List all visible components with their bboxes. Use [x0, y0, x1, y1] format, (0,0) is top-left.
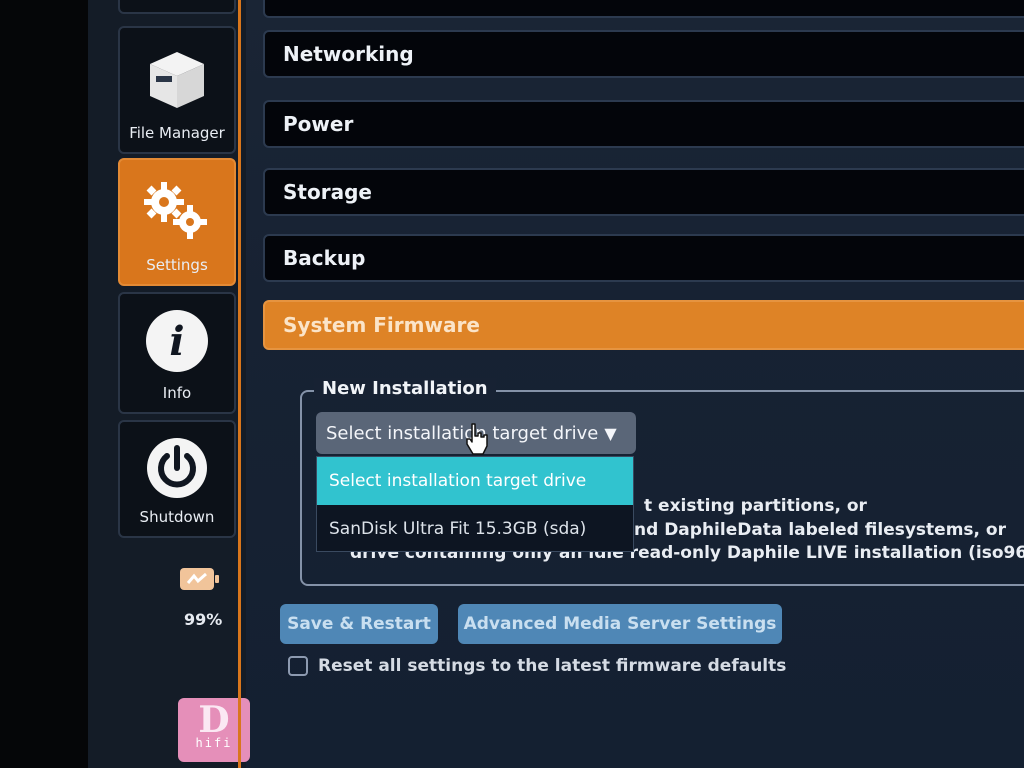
sidebar-item-settings[interactable]: Settings	[118, 158, 236, 286]
target-drive-dropdown: Select installation target drive SanDisk…	[316, 456, 634, 552]
section-storage[interactable]: Storage	[263, 168, 1024, 216]
sidebar-item-info[interactable]: i Info	[118, 292, 236, 414]
dropdown-option-select[interactable]: Select installation target drive	[317, 457, 633, 505]
info-icon: i	[144, 308, 210, 378]
sidebar-item-label: Settings	[146, 256, 208, 274]
gears-icon	[140, 178, 214, 246]
sidebar-item-shutdown[interactable]: Shutdown	[118, 420, 236, 538]
sidebar-divider	[238, 0, 241, 768]
save-restart-button[interactable]: Save & Restart	[280, 604, 438, 644]
section-label: Backup	[283, 246, 366, 270]
hand-cursor-icon	[464, 422, 490, 460]
section-system-firmware[interactable]: System Firmware	[263, 300, 1024, 350]
battery-level: 99%	[184, 610, 223, 629]
reset-settings-checkbox[interactable]	[288, 656, 308, 676]
section-label: System Firmware	[283, 313, 480, 337]
reset-settings-label: Reset all settings to the latest firmwar…	[318, 656, 787, 676]
info-line-1: t existing partitions, or	[644, 496, 867, 516]
sidebar-item-label: Info	[162, 384, 192, 402]
sidebar-item-file-manager[interactable]: File Manager	[118, 26, 236, 154]
advanced-settings-button[interactable]: Advanced Media Server Settings	[458, 604, 782, 644]
section-header-top[interactable]	[263, 0, 1024, 18]
power-icon	[145, 436, 209, 504]
daphile-screen: File Manager Settings i Info Shutdown 99…	[88, 0, 1024, 768]
sidebar-item-top[interactable]	[118, 0, 236, 14]
box-icon	[142, 46, 212, 116]
section-networking[interactable]: Networking	[263, 30, 1024, 78]
battery-charging-icon	[180, 568, 219, 590]
sidebar: File Manager Settings i Info Shutdown 99…	[88, 0, 250, 768]
section-label: Storage	[283, 180, 372, 204]
section-label: Power	[283, 112, 354, 136]
section-label: Networking	[283, 42, 414, 66]
chevron-down-icon: ▼	[604, 423, 617, 443]
section-power[interactable]: Power	[263, 100, 1024, 148]
sidebar-item-label: File Manager	[129, 124, 225, 142]
new-installation-legend: New Installation	[314, 378, 496, 399]
section-backup[interactable]: Backup	[263, 234, 1024, 282]
dropdown-option-sandisk[interactable]: SanDisk Ultra Fit 15.3GB (sda)	[317, 505, 633, 553]
svg-text:i: i	[169, 318, 184, 365]
info-line-2: nd DaphileData labeled filesystems, or	[634, 520, 1006, 540]
sidebar-item-label: Shutdown	[139, 508, 215, 526]
select-value: Select installation target drive	[326, 422, 599, 444]
